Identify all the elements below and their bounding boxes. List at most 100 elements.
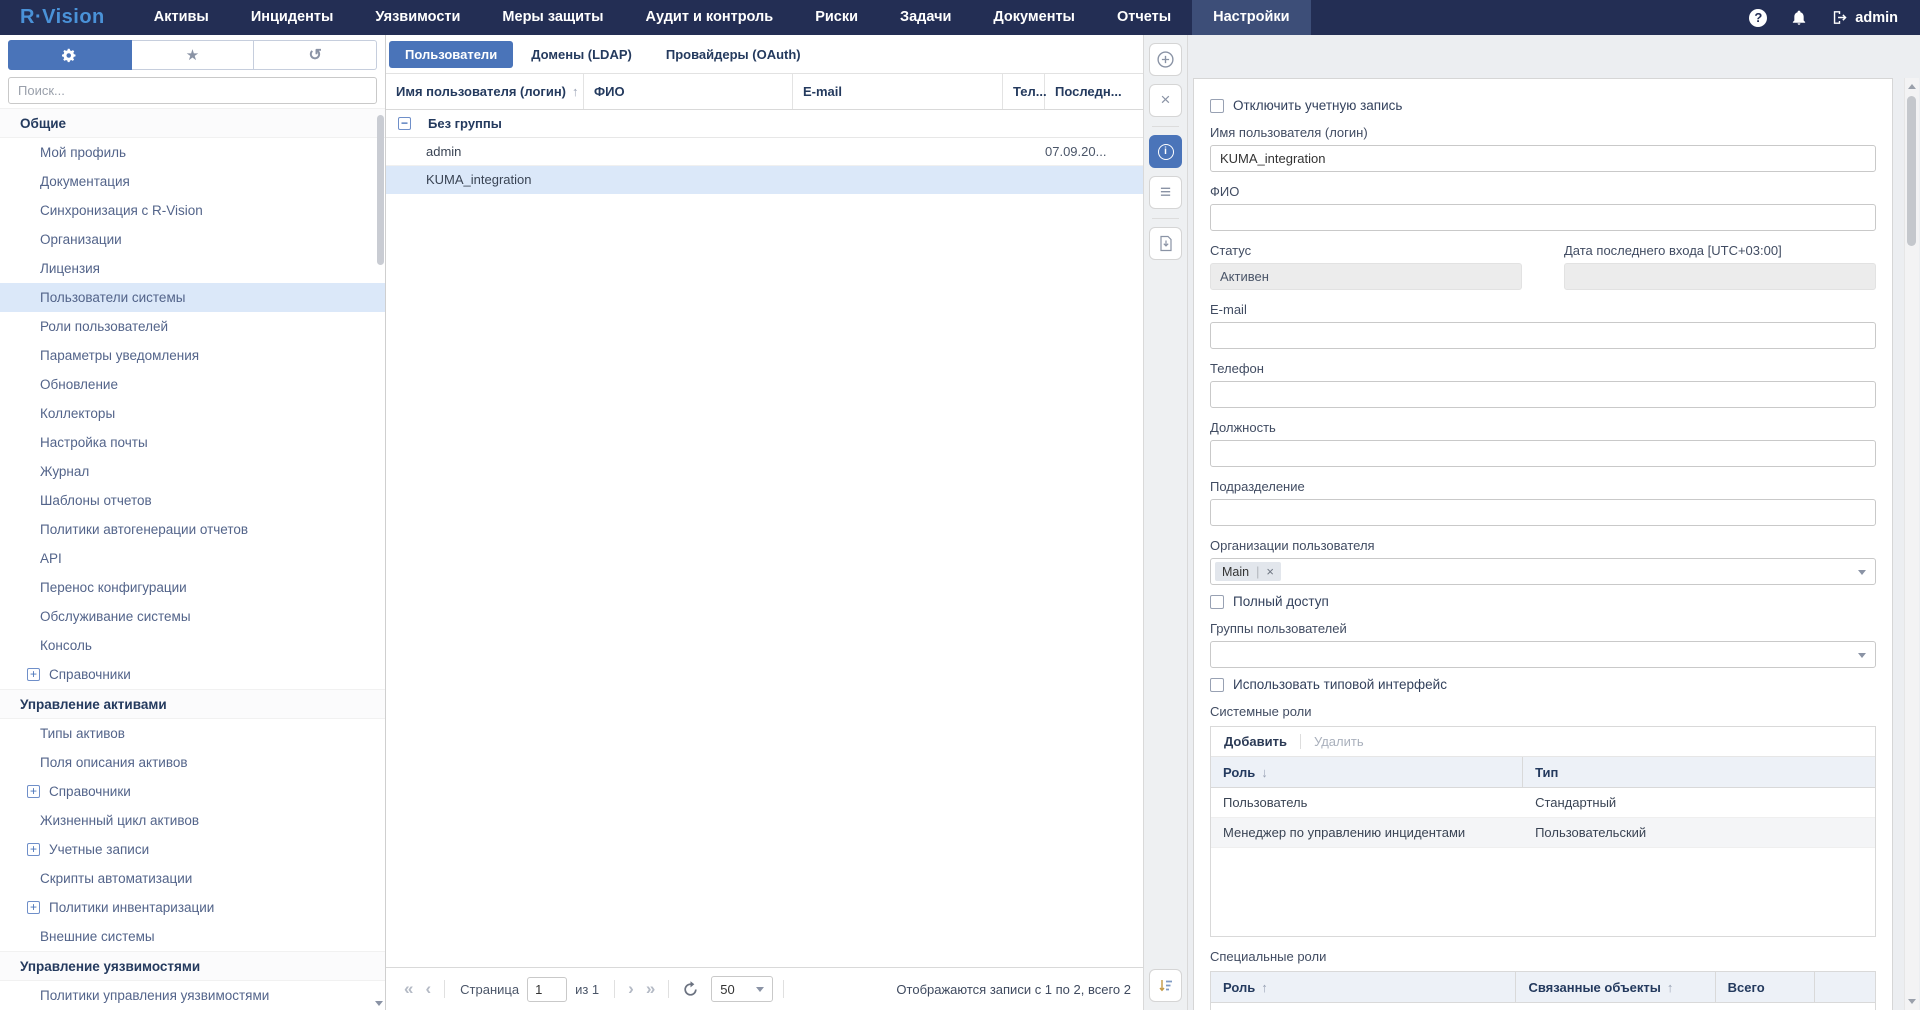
nav-item-settings[interactable]: Настройки bbox=[1192, 0, 1311, 35]
sidebar-item-vuln-policies[interactable]: Политики управления уязвимостями bbox=[0, 981, 385, 1005]
disable-account-checkbox-row[interactable]: Отключить учетную запись bbox=[1210, 98, 1876, 113]
table-row-kuma-integration[interactable]: KUMA_integration bbox=[386, 166, 1143, 194]
refresh-icon[interactable] bbox=[682, 981, 699, 998]
sidebar-item-api[interactable]: API bbox=[0, 544, 385, 573]
system-role-row[interactable]: Пользователь Стандартный bbox=[1211, 788, 1875, 818]
table-group-row[interactable]: Без группы bbox=[386, 110, 1143, 138]
tab-favorites[interactable] bbox=[132, 40, 255, 70]
user-groups-select[interactable] bbox=[1210, 641, 1876, 668]
remove-tag-icon[interactable] bbox=[1266, 564, 1274, 579]
add-user-button[interactable] bbox=[1149, 43, 1182, 76]
position-field[interactable] bbox=[1210, 440, 1876, 467]
column-header-email[interactable]: E-mail bbox=[793, 74, 1003, 109]
column-header-role[interactable]: Роль bbox=[1211, 972, 1516, 1002]
sidebar-item-license[interactable]: Лицензия bbox=[0, 254, 385, 283]
expand-plus-icon[interactable] bbox=[27, 668, 40, 681]
full-access-checkbox-row[interactable]: Полный доступ bbox=[1210, 594, 1876, 609]
scroll-up-icon[interactable] bbox=[1908, 84, 1916, 89]
page-size-select[interactable]: 50 bbox=[711, 976, 773, 1002]
nav-item-protection[interactable]: Меры защиты bbox=[481, 0, 624, 35]
sidebar-item-report-templates[interactable]: Шаблоны отчетов bbox=[0, 486, 385, 515]
search-input[interactable] bbox=[8, 77, 377, 104]
sidebar-item-system-users[interactable]: Пользователи системы bbox=[0, 283, 385, 312]
sidebar-item-console[interactable]: Консоль bbox=[0, 631, 385, 660]
sidebar-item-sync[interactable]: Синхронизация с R-Vision bbox=[0, 196, 385, 225]
sidebar-scroll-down-icon[interactable] bbox=[375, 1001, 383, 1006]
list-view-button[interactable] bbox=[1149, 176, 1182, 209]
nav-item-assets[interactable]: Активы bbox=[133, 0, 230, 35]
column-header-linked-objects[interactable]: Связанные объекты bbox=[1516, 972, 1715, 1002]
sidebar-item-notification-params[interactable]: Параметры уведомления bbox=[0, 341, 385, 370]
sidebar-item-mail-settings[interactable]: Настройка почты bbox=[0, 428, 385, 457]
expand-plus-icon[interactable] bbox=[27, 843, 40, 856]
nav-item-vulnerabilities[interactable]: Уязвимости bbox=[354, 0, 481, 35]
nav-item-audit[interactable]: Аудит и контроль bbox=[625, 0, 795, 35]
notifications-bell-icon[interactable] bbox=[1791, 9, 1807, 26]
sidebar-item-documentation[interactable]: Документация bbox=[0, 167, 385, 196]
tab-providers-oauth[interactable]: Провайдеры (OAuth) bbox=[650, 41, 817, 68]
sidebar-item-update[interactable]: Обновление bbox=[0, 370, 385, 399]
sidebar-item-user-roles[interactable]: Роли пользователей bbox=[0, 312, 385, 341]
tab-settings-gear[interactable] bbox=[8, 40, 132, 70]
department-field[interactable] bbox=[1210, 499, 1876, 526]
phone-field[interactable] bbox=[1210, 381, 1876, 408]
add-role-button[interactable]: Добавить bbox=[1224, 734, 1287, 749]
sidebar-scrollbar-thumb[interactable] bbox=[377, 115, 384, 265]
typical-ui-checkbox[interactable] bbox=[1210, 678, 1224, 692]
column-header-phone[interactable]: Тел... bbox=[1003, 74, 1045, 109]
organizations-multiselect[interactable]: Main | bbox=[1210, 558, 1876, 585]
sidebar-item-automation-scripts[interactable]: Скрипты автоматизации bbox=[0, 864, 385, 893]
sidebar-item-asset-types[interactable]: Типы активов bbox=[0, 719, 385, 748]
full-access-checkbox[interactable] bbox=[1210, 595, 1224, 609]
export-button[interactable] bbox=[1149, 227, 1182, 260]
tab-users[interactable]: Пользователи bbox=[389, 41, 513, 68]
collapse-minus-icon[interactable] bbox=[398, 117, 411, 130]
sidebar-item-collectors[interactable]: Коллекторы bbox=[0, 399, 385, 428]
login-field[interactable] bbox=[1210, 145, 1876, 172]
expand-plus-icon[interactable] bbox=[27, 785, 40, 798]
column-header-type[interactable]: Тип bbox=[1523, 757, 1875, 787]
next-page-button[interactable] bbox=[622, 979, 640, 999]
help-icon[interactable] bbox=[1749, 9, 1767, 27]
nav-item-tasks[interactable]: Задачи bbox=[879, 0, 972, 35]
column-header-role[interactable]: Роль bbox=[1211, 757, 1523, 787]
column-header-login[interactable]: Имя пользователя (логин) bbox=[386, 74, 584, 109]
sidebar-item-external-systems[interactable]: Внешние системы bbox=[0, 922, 385, 951]
sidebar-item-accounts[interactable]: Учетные записи bbox=[0, 835, 385, 864]
nav-item-incidents[interactable]: Инциденты bbox=[230, 0, 355, 35]
nav-item-documents[interactable]: Документы bbox=[972, 0, 1096, 35]
sidebar-item-my-profile[interactable]: Мой профиль bbox=[0, 138, 385, 167]
info-panel-button[interactable] bbox=[1149, 135, 1182, 168]
nav-item-reports[interactable]: Отчеты bbox=[1096, 0, 1192, 35]
prev-page-button[interactable] bbox=[419, 979, 437, 999]
sidebar-item-journal[interactable]: Журнал bbox=[0, 457, 385, 486]
sidebar-item-asset-lifecycle[interactable]: Жизненный цикл активов bbox=[0, 806, 385, 835]
tab-history[interactable] bbox=[254, 40, 377, 70]
column-header-total[interactable]: Всего bbox=[1716, 972, 1816, 1002]
scroll-down-icon[interactable] bbox=[1908, 999, 1916, 1004]
email-field[interactable] bbox=[1210, 322, 1876, 349]
first-page-button[interactable] bbox=[398, 979, 419, 999]
column-header-last-login[interactable]: Последн... bbox=[1045, 74, 1139, 109]
page-scrollbar[interactable] bbox=[1904, 78, 1919, 1010]
sidebar-item-asset-dictionaries[interactable]: Справочники bbox=[0, 777, 385, 806]
sort-settings-button[interactable] bbox=[1149, 969, 1182, 1002]
user-menu[interactable]: admin bbox=[1831, 9, 1898, 26]
logout-icon[interactable] bbox=[1831, 9, 1848, 26]
sidebar-item-config-transfer[interactable]: Перенос конфигурации bbox=[0, 573, 385, 602]
sidebar-item-inventory-policies[interactable]: Политики инвентаризации bbox=[0, 893, 385, 922]
delete-user-button[interactable] bbox=[1149, 84, 1182, 117]
page-number-input[interactable] bbox=[527, 977, 567, 1002]
column-header-fio[interactable]: ФИО bbox=[584, 74, 793, 109]
tab-domains-ldap[interactable]: Домены (LDAP) bbox=[515, 41, 648, 68]
expand-plus-icon[interactable] bbox=[27, 901, 40, 914]
disable-account-checkbox[interactable] bbox=[1210, 99, 1224, 113]
scrollbar-thumb[interactable] bbox=[1907, 96, 1916, 246]
remove-role-button[interactable]: Удалить bbox=[1314, 734, 1364, 749]
sidebar-item-report-policies[interactable]: Политики автогенерации отчетов bbox=[0, 515, 385, 544]
system-role-row[interactable]: Менеджер по управлению инцидентами Польз… bbox=[1211, 818, 1875, 848]
sidebar-item-dictionaries[interactable]: Справочники bbox=[0, 660, 385, 689]
last-page-button[interactable] bbox=[640, 979, 661, 999]
nav-item-risks[interactable]: Риски bbox=[794, 0, 879, 35]
typical-ui-checkbox-row[interactable]: Использовать типовой интерфейс bbox=[1210, 677, 1876, 692]
